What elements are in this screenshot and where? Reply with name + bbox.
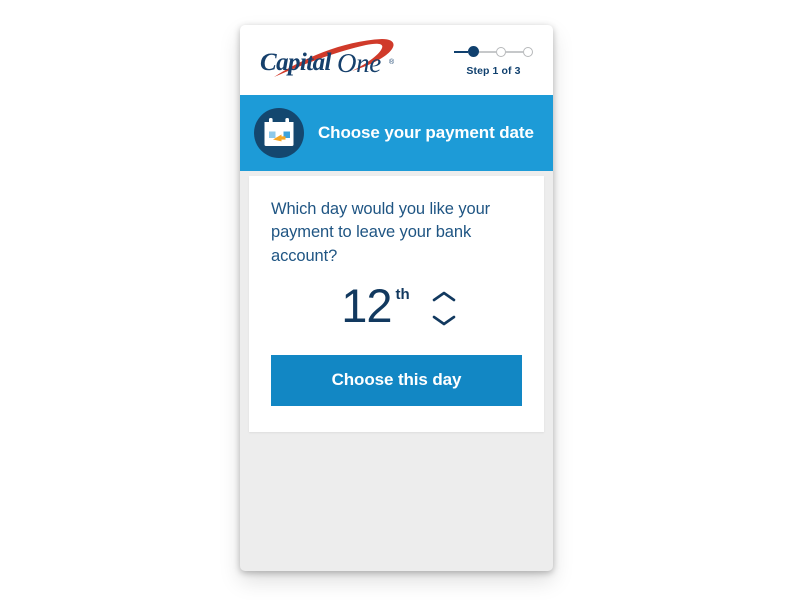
- step-connector-2: [506, 50, 523, 53]
- step-dot-1-active[interactable]: [468, 46, 479, 57]
- step-dot-track: [454, 44, 533, 60]
- day-picker: 12 th: [271, 279, 522, 333]
- stepper-controls: [432, 287, 456, 327]
- day-number-value: 12: [341, 279, 392, 333]
- step-connector-1: [479, 50, 496, 53]
- step-lead-line: [454, 50, 468, 53]
- choose-this-day-button[interactable]: Choose this day: [271, 354, 522, 406]
- content-card: Which day would you like your payment to…: [249, 176, 544, 432]
- step-label: Step 1 of 3: [466, 64, 521, 77]
- day-ordinal-suffix: th: [395, 286, 410, 304]
- capital-one-logo: Capital One ®: [256, 33, 406, 87]
- app-topbar: Capital One ® Step 1 of 3: [240, 25, 553, 95]
- question-label: Which day would you like your payment to…: [271, 200, 491, 265]
- svg-text:Capital: Capital: [260, 49, 331, 76]
- section-title: Choose your payment date: [318, 122, 534, 142]
- calendar-icon: [254, 108, 304, 158]
- section-header: Choose your payment date: [240, 95, 553, 171]
- phone-frame: Capital One ® Step 1 of 3 Choose your pa…: [240, 25, 553, 571]
- day-value-group: 12 th: [341, 279, 410, 333]
- chevron-down-icon[interactable]: [432, 314, 456, 327]
- step-dot-3[interactable]: [523, 46, 533, 57]
- svg-text:®: ®: [389, 58, 395, 66]
- step-indicator: Step 1 of 3: [454, 44, 539, 77]
- step-dot-2[interactable]: [496, 46, 506, 57]
- chevron-up-icon[interactable]: [432, 290, 456, 303]
- svg-text:One: One: [337, 48, 381, 78]
